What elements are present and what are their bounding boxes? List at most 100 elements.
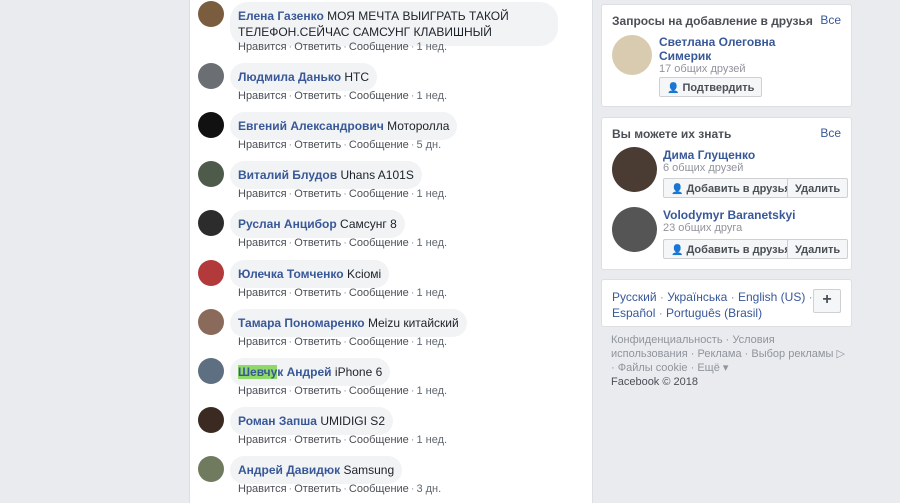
reply-link[interactable]: Ответить [294, 139, 341, 151]
comment-actions: Нравится · Ответить · Сообщение · 1 нед. [238, 237, 448, 249]
cookies-link[interactable]: Файлы cookie [618, 362, 688, 374]
message-link[interactable]: Сообщение [349, 385, 409, 397]
like-link[interactable]: Нравится [238, 385, 287, 397]
avatar[interactable] [198, 456, 224, 482]
comment-text: Uhans A101S [340, 168, 414, 182]
reply-link[interactable]: Ответить [294, 336, 341, 348]
avatar[interactable] [198, 407, 224, 433]
avatar[interactable] [198, 1, 224, 27]
avatar[interactable] [612, 35, 652, 75]
see-all-link[interactable]: Все [820, 13, 841, 27]
language-link[interactable]: Português (Brasil) [666, 306, 762, 320]
avatar[interactable] [198, 63, 224, 89]
terms-link-cont[interactable]: использования [611, 348, 688, 360]
language-link[interactable]: Русский [612, 290, 657, 304]
message-link[interactable]: Сообщение [349, 434, 409, 446]
mutual-friends[interactable]: 17 общих друзей [659, 63, 746, 75]
confirm-button[interactable]: 👤 Подтвердить [659, 77, 763, 97]
comment-bubble: Виталий Блудов Uhans A101S [230, 161, 422, 189]
message-link[interactable]: Сообщение [349, 483, 409, 495]
comment-author[interactable]: Андрей Давидюк [238, 463, 340, 477]
like-link[interactable]: Нравится [238, 336, 287, 348]
comment-time[interactable]: 1 нед. [416, 336, 447, 348]
comment-author[interactable]: Евгений Александрович [238, 119, 384, 133]
comment-time[interactable]: 1 нед. [416, 41, 447, 53]
comment-time[interactable]: 3 дн. [416, 483, 441, 495]
remove-button[interactable]: Удалить [787, 178, 849, 198]
like-link[interactable]: Нравится [238, 237, 287, 249]
language-link[interactable]: English (US) [738, 290, 805, 304]
comment-author[interactable]: Шевчук Андрей [238, 365, 332, 379]
reply-link[interactable]: Ответить [294, 287, 341, 299]
add-friend-button[interactable]: 👤 Добавить в друзья [663, 239, 799, 259]
message-link[interactable]: Сообщение [349, 139, 409, 151]
like-link[interactable]: Нравится [238, 287, 287, 299]
caret-down-icon: ▾ [722, 362, 729, 374]
ads-link[interactable]: Реклама [697, 348, 741, 360]
comments-feed: Елена Газенко МОЯ МЕЧТА ВЫИГРАТЬ ТАКОЙ Т… [189, 0, 593, 503]
comment-author[interactable]: Руслан Анцибор [238, 217, 337, 231]
avatar[interactable] [198, 260, 224, 286]
comment-time[interactable]: 1 нед. [416, 237, 447, 249]
reply-link[interactable]: Ответить [294, 41, 341, 53]
terms-link[interactable]: Условия [732, 334, 774, 346]
avatar[interactable] [198, 309, 224, 335]
reply-link[interactable]: Ответить [294, 188, 341, 200]
person-name[interactable]: Дима Глущенко [663, 148, 755, 162]
comment-author[interactable]: Людмила Данько [238, 70, 341, 84]
comment-text: МОЯ МЕЧТА ВЫИГРАТЬ ТАКОЙ [327, 9, 509, 23]
language-link[interactable]: Українська [667, 290, 727, 304]
reply-link[interactable]: Ответить [294, 237, 341, 249]
comment-time[interactable]: 1 нед. [416, 434, 447, 446]
more-link[interactable]: Ещё [697, 362, 720, 374]
comment-author[interactable]: Виталий Блудов [238, 168, 337, 182]
comment-actions: Нравится · Ответить · Сообщение · 1 нед. [238, 434, 448, 446]
comment-time[interactable]: 1 нед. [416, 188, 447, 200]
reply-link[interactable]: Ответить [294, 385, 341, 397]
more-languages-button[interactable]: + [813, 289, 841, 313]
avatar[interactable] [198, 358, 224, 384]
comment-time[interactable]: 1 нед. [416, 385, 447, 397]
privacy-link[interactable]: Конфиденциальность [611, 334, 723, 346]
like-link[interactable]: Нравится [238, 188, 287, 200]
like-link[interactable]: Нравится [238, 139, 287, 151]
copyright: Facebook © 2018 [611, 376, 698, 388]
avatar[interactable] [198, 210, 224, 236]
comment-author[interactable]: Тамара Пономаренко [238, 316, 365, 330]
message-link[interactable]: Сообщение [349, 237, 409, 249]
avatar[interactable] [612, 147, 657, 192]
ad-choices-link[interactable]: Выбор рекламы [751, 348, 833, 360]
message-link[interactable]: Сообщение [349, 287, 409, 299]
person-name[interactable]: Светлана Олеговна Симерик [659, 35, 775, 63]
remove-button[interactable]: Удалить [787, 239, 849, 259]
like-link[interactable]: Нравится [238, 41, 287, 53]
mutual-friends[interactable]: 23 общих друга [663, 222, 742, 234]
comment-actions: Нравится · Ответить · Сообщение · 5 дн. [238, 139, 442, 151]
add-friend-button[interactable]: 👤 Добавить в друзья [663, 178, 799, 198]
message-link[interactable]: Сообщение [349, 336, 409, 348]
reply-link[interactable]: Ответить [294, 483, 341, 495]
message-link[interactable]: Сообщение [349, 188, 409, 200]
comment-bubble: Шевчук Андрей iPhone 6 [230, 358, 391, 386]
like-link[interactable]: Нравится [238, 483, 287, 495]
language-link[interactable]: Español [612, 306, 655, 320]
like-link[interactable]: Нравится [238, 434, 287, 446]
message-link[interactable]: Сообщение [349, 41, 409, 53]
reply-link[interactable]: Ответить [294, 434, 341, 446]
avatar[interactable] [198, 161, 224, 187]
message-link[interactable]: Сообщение [349, 90, 409, 102]
comment-author[interactable]: Роман Запша [238, 414, 317, 428]
reply-link[interactable]: Ответить [294, 90, 341, 102]
person-name[interactable]: Volodymyr Baranetskyi [663, 208, 796, 222]
comment-author[interactable]: Юлечка Томченко [238, 267, 344, 281]
comment-time[interactable]: 5 дн. [416, 139, 441, 151]
like-link[interactable]: Нравится [238, 90, 287, 102]
comment-time[interactable]: 1 нед. [416, 90, 447, 102]
comment-time[interactable]: 1 нед. [416, 287, 447, 299]
comment-bubble: Людмила Данько HTC [230, 63, 378, 91]
avatar[interactable] [612, 207, 657, 252]
see-all-link[interactable]: Все [820, 126, 841, 140]
comment-author[interactable]: Елена Газенко [238, 9, 324, 23]
mutual-friends[interactable]: 6 общих друзей [663, 162, 743, 174]
avatar[interactable] [198, 112, 224, 138]
